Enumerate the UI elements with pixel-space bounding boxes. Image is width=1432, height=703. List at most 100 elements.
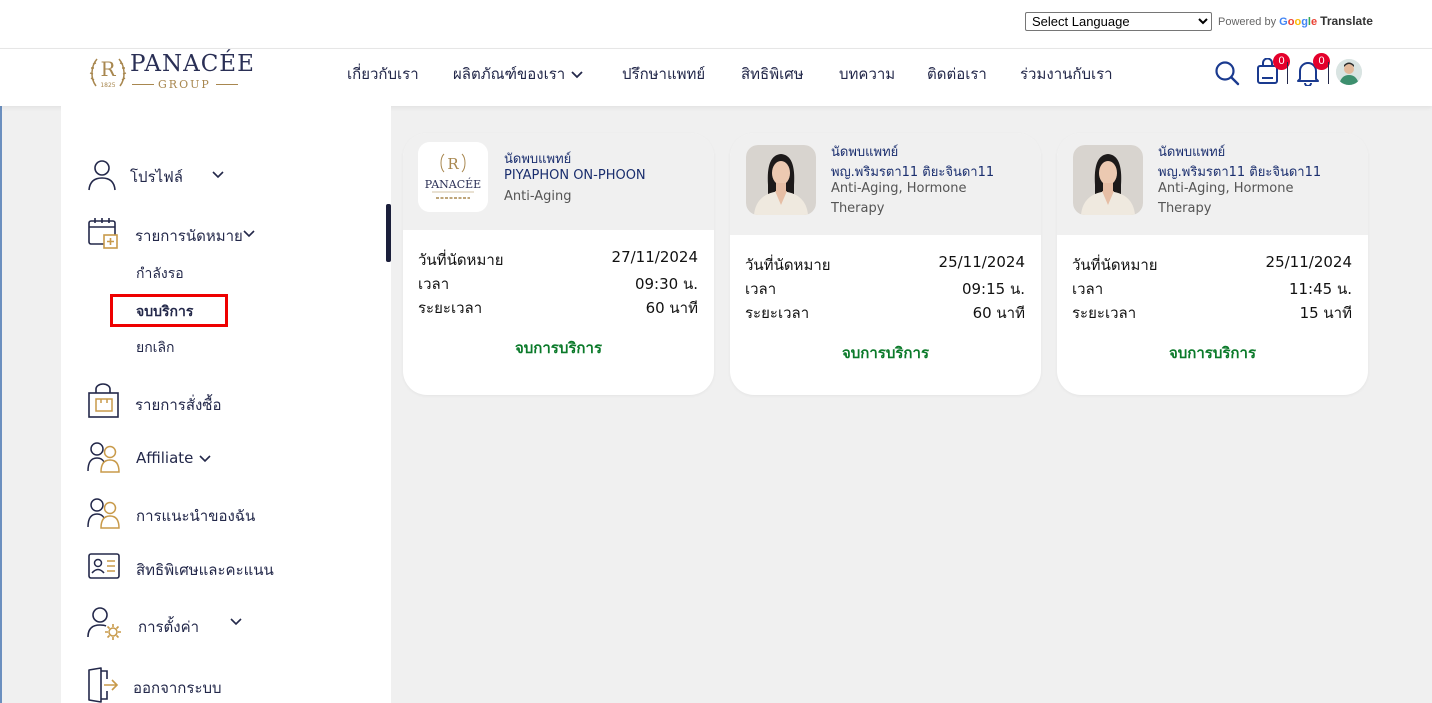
user-icon [88, 160, 116, 191]
nav-contact[interactable]: ติดต่อเรา [927, 62, 987, 86]
date-label: วันที่นัดหมาย [745, 256, 831, 274]
divider [1328, 62, 1329, 84]
sidebar-label-affiliate: Affiliate [136, 449, 194, 467]
appointment-card[interactable]: R PANACÉE นัดพบแพทย์ PIYAPHON ON-PHOON A… [403, 133, 714, 395]
nav-products-label: ผลิตภัณฑ์ของเรา [453, 65, 566, 83]
powered-by-google: Powered by Google Translate [1218, 14, 1373, 28]
date-row: วันที่นัดหมาย 27/11/2024 [418, 248, 698, 272]
nav-about[interactable]: เกี่ยวกับเรา [347, 62, 419, 86]
people-icon [87, 498, 120, 529]
time-value: 09:30 น. [634, 275, 698, 293]
sidebar-label-orders: รายการสั่งซื้อ [135, 396, 222, 414]
card-header-label: นัดพบแพทย์ [831, 145, 899, 160]
avatar-image [1336, 59, 1362, 85]
duration-row: ระยะเวลา 15 นาที [1072, 301, 1352, 325]
translate-bar: Select Language Powered by Google Transl… [0, 0, 1432, 48]
specialty: Anti-Aging, Hormone Therapy [1158, 181, 1294, 216]
panacee-logo[interactable]: R 1825 PANACÉE GROUP [88, 50, 254, 94]
scroll-indicator [386, 204, 391, 262]
date-value: 25/11/2024 [938, 253, 1025, 271]
doctor-photo [1073, 145, 1143, 215]
date-value: 27/11/2024 [611, 248, 698, 266]
language-select[interactable]: Select Language [1025, 12, 1212, 31]
sidebar-label-appointments: รายการนัดหมาย [135, 227, 243, 245]
date-row: วันที่นัดหมาย 25/11/2024 [745, 253, 1025, 277]
chevron-down-icon [243, 230, 255, 238]
panacee-hospital-logo-icon: R PANACÉE [418, 142, 488, 212]
sidebar-sub-cancelled[interactable]: ยกเลิก [136, 337, 175, 359]
crest-icon: R 1825 [89, 57, 127, 89]
nav-privileges[interactable]: สิทธิพิเศษ [741, 62, 804, 86]
appointment-card[interactable]: นัดพบแพทย์ พญ.พริมรตา11 ติยะจินดา11 Anti… [1057, 133, 1368, 395]
sidebar-label-logout: ออกจากระบบ [133, 679, 222, 697]
appointment-card[interactable]: นัดพบแพทย์ พญ.พริมรตา11 ติยะจินดา11 Anti… [730, 133, 1041, 395]
doctor-name: PIYAPHON ON-PHOON [504, 168, 646, 183]
duration-value: 60 นาที [972, 304, 1025, 322]
sidebar-label-privileges: สิทธิพิเศษและคะแนน [136, 561, 274, 579]
shopping-bag-icon [88, 383, 119, 418]
chevron-down-icon [199, 455, 211, 463]
duration-row: ระยะเวลา 60 นาที [745, 301, 1025, 325]
doctor-photo [746, 145, 816, 215]
status-completed: จบการบริการ [841, 344, 929, 362]
window-edge [0, 48, 2, 703]
calendar-add-icon [88, 218, 118, 249]
duration-label: ระยะเวลา [1072, 304, 1137, 322]
date-label: วันที่นัดหมาย [418, 251, 504, 269]
status-completed: จบการบริการ [514, 339, 602, 357]
brand-name: PANACÉE [130, 51, 255, 77]
time-label: เวลา [418, 275, 450, 293]
logout-icon [88, 667, 119, 703]
nav-careers[interactable]: ร่วมงานกับเรา [1020, 62, 1113, 86]
user-avatar[interactable] [1336, 59, 1362, 85]
duration-row: ระยะเวลา 60 นาที [418, 296, 698, 320]
logo-line-right [216, 84, 238, 85]
nav-products[interactable]: ผลิตภัณฑ์ของเรา [453, 62, 583, 86]
divider [1287, 62, 1288, 84]
chevron-down-icon [230, 618, 242, 626]
brand-group: GROUP [158, 78, 211, 91]
sidebar: โปรไฟล์ รายการนัดหมาย กำลังรอ จบบริการ ย… [61, 106, 391, 703]
card-header-label: นัดพบแพทย์ [1158, 145, 1226, 160]
specialty: Anti-Aging [504, 189, 572, 204]
specialty: Anti-Aging, Hormone Therapy [831, 181, 967, 216]
date-row: วันที่นัดหมาย 25/11/2024 [1072, 253, 1352, 277]
user-settings-icon [87, 607, 121, 640]
search-icon[interactable] [1214, 60, 1240, 86]
doctor-portrait-icon [1073, 145, 1143, 215]
time-row: เวลา 11:45 น. [1072, 277, 1352, 301]
sidebar-label-referrals: การแนะนำของฉัน [136, 507, 256, 525]
date-value: 25/11/2024 [1265, 253, 1352, 271]
duration-label: ระยะเวลา [745, 304, 810, 322]
time-row: เวลา 09:30 น. [418, 272, 698, 296]
chevron-down-icon [212, 171, 224, 179]
hospital-logo: R PANACÉE [418, 142, 488, 212]
status-completed: จบการบริการ [1168, 344, 1256, 362]
svg-text:R: R [100, 57, 116, 81]
id-card-icon [88, 553, 120, 579]
duration-value: 60 นาที [645, 299, 698, 317]
sidebar-label-profile: โปรไฟล์ [130, 168, 183, 186]
google-logo: Google [1279, 16, 1318, 28]
sidebar-label-settings: การตั้งค่า [138, 618, 200, 636]
crest-year: 1825 [100, 82, 115, 89]
date-label: วันที่นัดหมาย [1072, 256, 1158, 274]
duration-value: 15 นาที [1299, 304, 1352, 322]
translate-link[interactable]: Translate [1320, 14, 1373, 28]
sidebar-sub-pending[interactable]: กำลังรอ [136, 263, 184, 285]
card-header-label: นัดพบแพทย์ [504, 152, 572, 167]
nav-consult[interactable]: ปรึกษาแพทย์ [622, 62, 705, 86]
time-value: 09:15 น. [961, 280, 1025, 298]
svg-text:R: R [447, 155, 459, 173]
logo-line-left [132, 84, 154, 85]
svg-text:PANACÉE: PANACÉE [425, 177, 481, 191]
highlight-box [110, 294, 228, 327]
nav-articles[interactable]: บทความ [839, 62, 895, 86]
duration-label: ระยะเวลา [418, 299, 483, 317]
doctor-portrait-icon [746, 145, 816, 215]
time-label: เวลา [1072, 280, 1104, 298]
chevron-down-icon [571, 71, 583, 79]
time-label: เวลา [745, 280, 777, 298]
powered-by-text: Powered by [1218, 16, 1277, 28]
time-value: 11:45 น. [1288, 280, 1352, 298]
